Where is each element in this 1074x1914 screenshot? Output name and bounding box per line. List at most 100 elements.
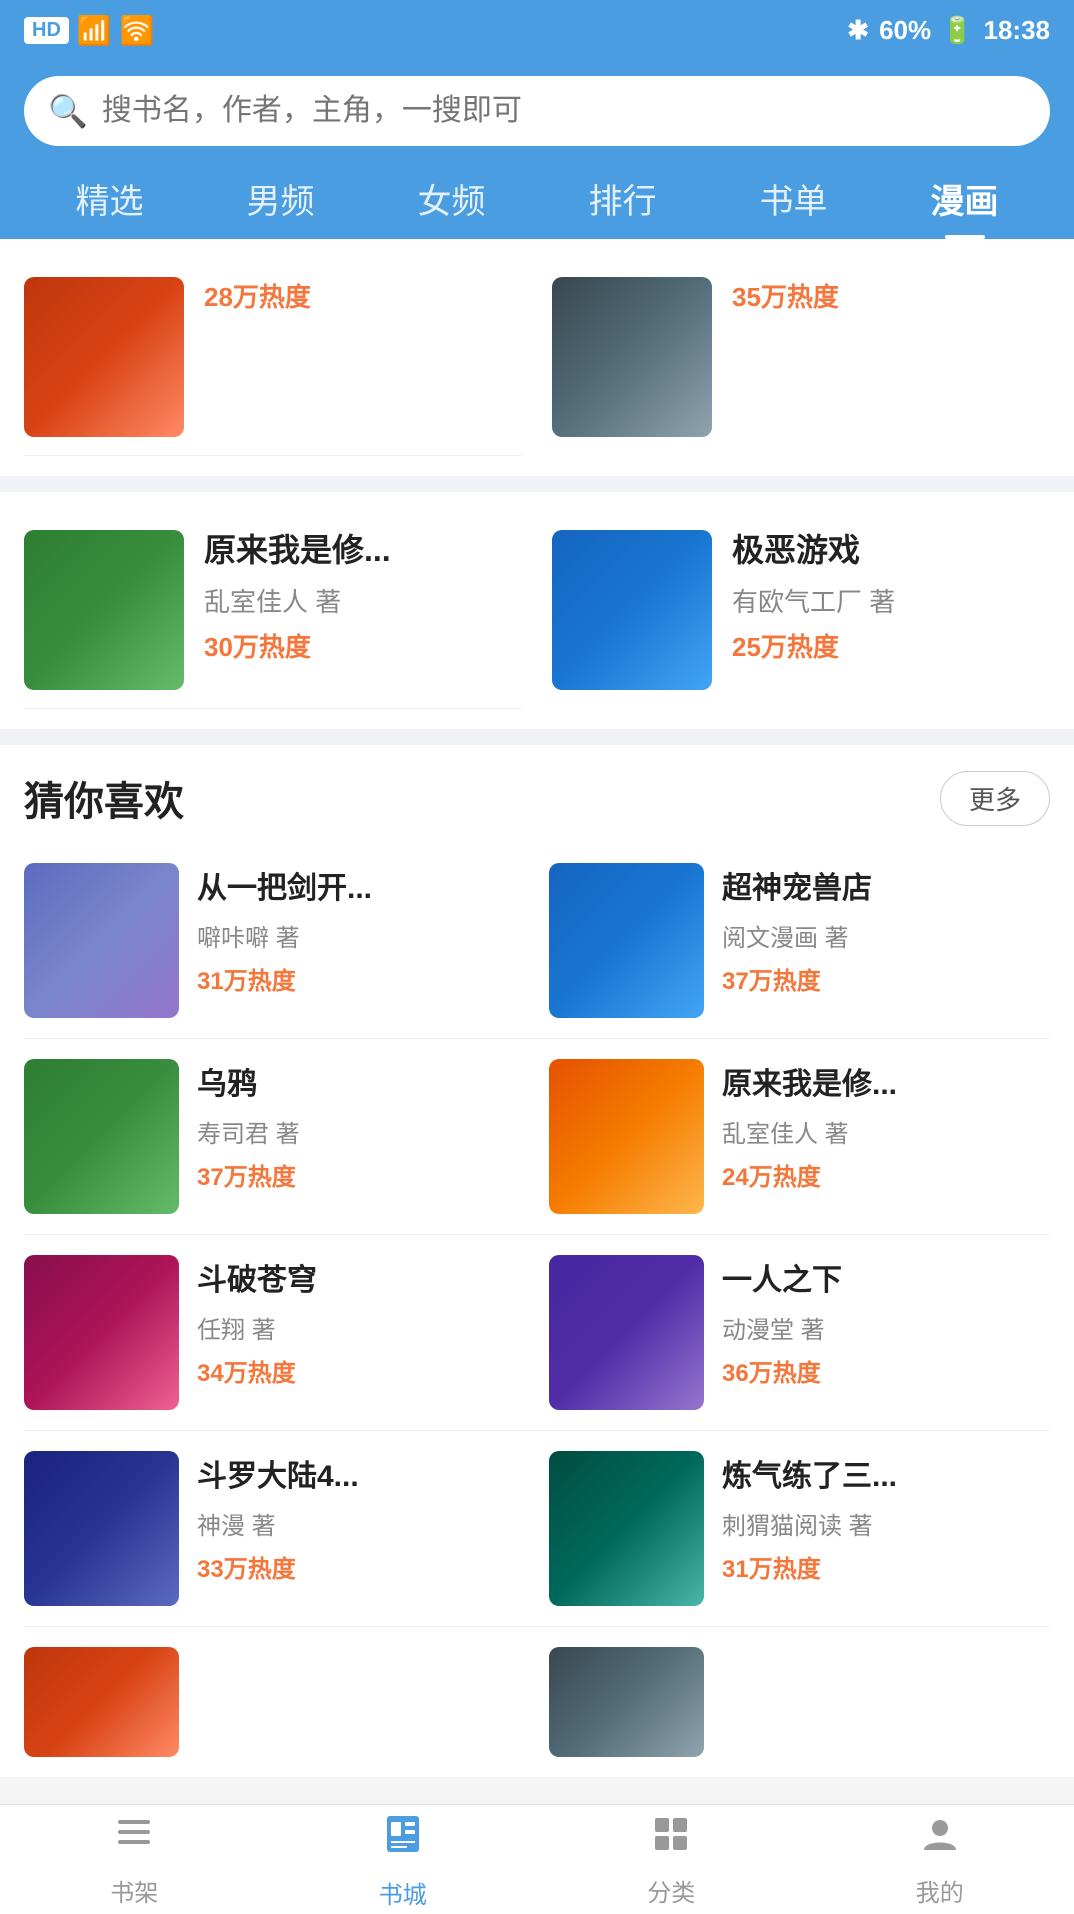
book-item-author-5: 动漫堂 著 — [722, 1310, 1050, 1345]
book-item-author-6: 神漫 著 — [197, 1506, 525, 1541]
featured-info-1: 极恶游戏 有欧气工厂 著 25万热度 — [732, 530, 1050, 664]
nav-item-fenlei[interactable]: 分类 — [537, 1812, 806, 1908]
search-icon: 🔍 — [48, 92, 88, 130]
tab-jingxuan[interactable]: 精选 — [76, 166, 144, 239]
book-item-title-0: 从一把剑开... — [197, 869, 525, 908]
top-partial-section: 28万热度 35万热度 — [0, 239, 1074, 476]
top-book-right-info: 35万热度 — [732, 277, 1050, 314]
book-item-3[interactable]: 原来我是修... 乱室佳人 著 24万热度 — [549, 1059, 1050, 1214]
top-hot-right: 35万热度 — [732, 277, 1050, 314]
books-grid: 从一把剑开... 噼咔噼 著 31万热度 超神宠兽店 阅文漫画 著 37万热度 — [0, 843, 1074, 1777]
featured-hot-1: 25万热度 — [732, 627, 1050, 664]
guess-title: 猜你喜欢 — [24, 769, 184, 827]
shucheng-icon — [379, 1810, 427, 1869]
featured-cover-0 — [24, 530, 184, 690]
fenlei-icon — [649, 1812, 693, 1867]
nav-item-shucheng[interactable]: 书城 — [269, 1810, 538, 1910]
top-book-right[interactable]: 35万热度 — [552, 259, 1050, 456]
book-item-partial-right[interactable] — [549, 1647, 1050, 1757]
top-book-left[interactable]: 28万热度 — [24, 259, 522, 456]
nav-label-wode: 我的 — [916, 1873, 964, 1908]
tab-shudан[interactable]: 书单 — [760, 166, 828, 239]
book-item-hot-2: 37万热度 — [197, 1157, 525, 1192]
book-item-hot-3: 24万热度 — [722, 1157, 1050, 1192]
bluetooth-icon: ✱ — [847, 15, 869, 46]
book-item-title-1: 超神宠兽店 — [722, 869, 1050, 908]
book-item-author-2: 寿司君 著 — [197, 1114, 525, 1149]
book-item-info-2: 乌鸦 寿司君 著 37万热度 — [197, 1059, 525, 1192]
book-cover-7 — [549, 1451, 704, 1606]
book-item-title-5: 一人之下 — [722, 1261, 1050, 1300]
book-item-info-4: 斗破苍穹 任翔 著 34万热度 — [197, 1255, 525, 1388]
book-item-hot-1: 37万热度 — [722, 961, 1050, 996]
books-row-partial — [24, 1627, 1050, 1757]
shujia-icon — [112, 1812, 156, 1867]
books-row-1: 乌鸦 寿司君 著 37万热度 原来我是修... 乱室佳人 著 24万热度 — [24, 1039, 1050, 1235]
featured-author-0: 乱室佳人 著 — [204, 582, 522, 619]
book-item-info-7: 炼气练了三... 刺猬猫阅读 著 31万热度 — [722, 1451, 1050, 1584]
book-item-author-3: 乱室佳人 著 — [722, 1114, 1050, 1149]
book-cover-1 — [549, 863, 704, 1018]
book-item-hot-7: 31万热度 — [722, 1549, 1050, 1584]
search-bar[interactable]: 🔍 — [24, 76, 1050, 146]
featured-title-1: 极恶游戏 — [732, 530, 1050, 572]
book-item-info-6: 斗罗大陆4... 神漫 著 33万热度 — [197, 1451, 525, 1584]
time-display: 18:38 — [984, 15, 1051, 46]
book-item-info-3: 原来我是修... 乱室佳人 著 24万热度 — [722, 1059, 1050, 1192]
more-button[interactable]: 更多 — [940, 771, 1050, 826]
books-row-2: 斗破苍穹 任翔 著 34万热度 一人之下 动漫堂 著 36万热度 — [24, 1235, 1050, 1431]
search-input[interactable] — [102, 94, 1026, 128]
top-cover-left — [24, 277, 184, 437]
book-item-4[interactable]: 斗破苍穹 任翔 著 34万热度 — [24, 1255, 525, 1410]
book-item-title-3: 原来我是修... — [722, 1065, 1050, 1104]
book-item-hot-0: 31万热度 — [197, 961, 525, 996]
nav-label-shujia: 书架 — [110, 1873, 158, 1908]
featured-row: 原来我是修... 乱室佳人 著 30万热度 极恶游戏 有欧气工厂 著 25万热度 — [24, 512, 1050, 709]
book-item-5[interactable]: 一人之下 动漫堂 著 36万热度 — [549, 1255, 1050, 1410]
book-item-6[interactable]: 斗罗大陆4... 神漫 著 33万热度 — [24, 1451, 525, 1606]
book-cover-partial-left — [24, 1647, 179, 1757]
top-book-left-info: 28万热度 — [204, 277, 522, 314]
book-item-info-5: 一人之下 动漫堂 著 36万热度 — [722, 1255, 1050, 1388]
book-item-hot-5: 36万热度 — [722, 1353, 1050, 1388]
book-cover-4 — [24, 1255, 179, 1410]
book-item-1[interactable]: 超神宠兽店 阅文漫画 著 37万热度 — [549, 863, 1050, 1018]
top-hot-left: 28万热度 — [204, 277, 522, 314]
tab-nanpin[interactable]: 男频 — [247, 166, 315, 239]
guess-section-header: 猜你喜欢 更多 — [0, 745, 1074, 843]
signal-icon: 📶 — [77, 14, 112, 47]
book-item-title-2: 乌鸦 — [197, 1065, 525, 1104]
top-partial-row: 28万热度 35万热度 — [24, 259, 1050, 456]
content-area: 28万热度 35万热度 — [0, 239, 1074, 1777]
book-item-author-1: 阅文漫画 著 — [722, 918, 1050, 953]
book-item-partial-left[interactable] — [24, 1647, 525, 1757]
featured-title-0: 原来我是修... — [204, 530, 522, 572]
book-item-title-7: 炼气练了三... — [722, 1457, 1050, 1496]
nav-item-shujia[interactable]: 书架 — [0, 1812, 269, 1908]
featured-author-1: 有欧气工厂 著 — [732, 582, 1050, 619]
featured-cover-1 — [552, 530, 712, 690]
book-item-7[interactable]: 炼气练了三... 刺猬猫阅读 著 31万热度 — [549, 1451, 1050, 1606]
featured-info-0: 原来我是修... 乱室佳人 著 30万热度 — [204, 530, 522, 664]
tab-paihang[interactable]: 排行 — [589, 166, 657, 239]
book-item-hot-4: 34万热度 — [197, 1353, 525, 1388]
books-row-3: 斗罗大陆4... 神漫 著 33万热度 炼气练了三... 刺猬猫阅读 著 31万… — [24, 1431, 1050, 1627]
book-item-hot-6: 33万热度 — [197, 1549, 525, 1584]
book-item-0[interactable]: 从一把剑开... 噼咔噼 著 31万热度 — [24, 863, 525, 1018]
nav-item-wode[interactable]: 我的 — [806, 1812, 1074, 1908]
featured-book-1[interactable]: 极恶游戏 有欧气工厂 著 25万热度 — [552, 512, 1050, 709]
book-item-author-4: 任翔 著 — [197, 1310, 525, 1345]
nav-tabs: 精选 男频 女频 排行 书单 漫画 — [24, 166, 1050, 239]
status-left: HD 📶 🛜 — [24, 14, 155, 47]
featured-book-0[interactable]: 原来我是修... 乱室佳人 著 30万热度 — [24, 512, 522, 709]
book-item-2[interactable]: 乌鸦 寿司君 著 37万热度 — [24, 1059, 525, 1214]
book-cover-6 — [24, 1451, 179, 1606]
featured-hot-0: 30万热度 — [204, 627, 522, 664]
book-cover-5 — [549, 1255, 704, 1410]
wifi-icon: 🛜 — [120, 14, 155, 47]
tab-nüpin[interactable]: 女频 — [418, 166, 486, 239]
book-cover-3 — [549, 1059, 704, 1214]
tab-manhua[interactable]: 漫画 — [931, 166, 999, 239]
app-header: 🔍 精选 男频 女频 排行 书单 漫画 — [0, 60, 1074, 239]
nav-label-fenlei: 分类 — [647, 1873, 695, 1908]
